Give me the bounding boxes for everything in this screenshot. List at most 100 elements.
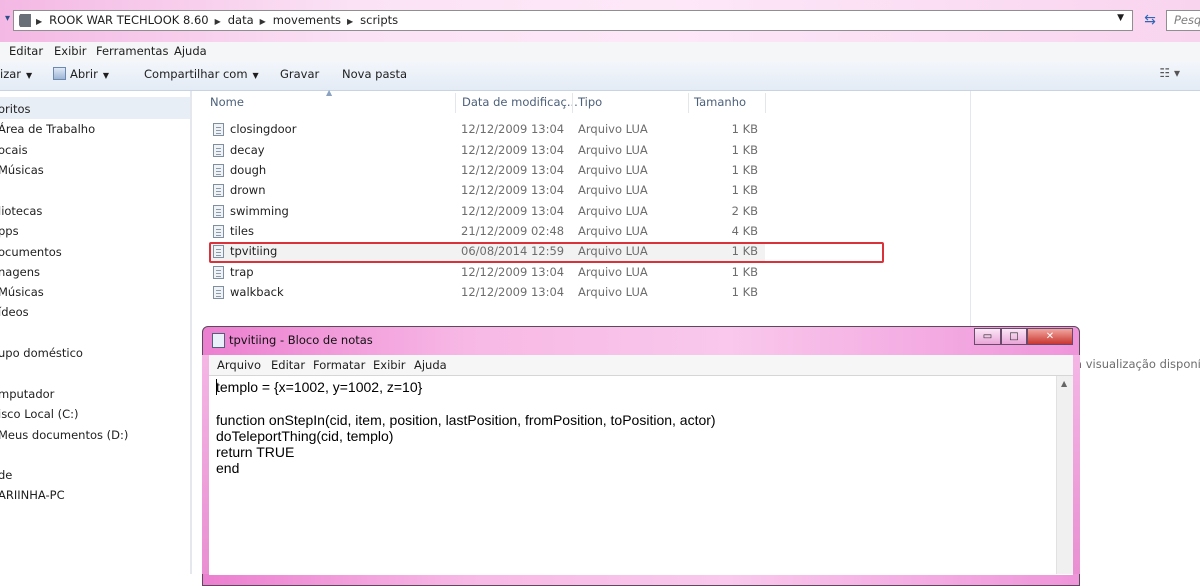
- file-row[interactable]: walkback 12/12/2009 13:04 Arquivo LUA 1 KB: [208, 283, 768, 303]
- nav-item-desktop[interactable]: Área de Trabalho: [0, 122, 95, 136]
- file-row[interactable]: decay 12/12/2009 13:04 Arquivo LUA 1 KB: [208, 141, 768, 161]
- column-header-size[interactable]: Tamanho: [694, 95, 746, 109]
- open-app-icon: [53, 67, 66, 80]
- file-date: 12/12/2009 13:04: [461, 163, 565, 177]
- nav-item-my-documents[interactable]: Meus documentos (D:): [0, 428, 128, 442]
- nav-item-apps[interactable]: pps: [0, 224, 19, 238]
- np-menu-arquivo[interactable]: Arquivo: [217, 358, 261, 372]
- refresh-icon[interactable]: ⇆: [1138, 10, 1162, 31]
- sort-ascending-icon: ▲: [326, 88, 333, 97]
- file-type: Arquivo LUA: [578, 224, 648, 238]
- vertical-scrollbar[interactable]: ▲: [1056, 376, 1073, 574]
- file-row[interactable]: swimming 12/12/2009 13:04 Arquivo LUA 2 KB: [208, 202, 768, 222]
- nav-item-music[interactable]: Músicas: [0, 163, 44, 177]
- nav-item-documents[interactable]: ocumentos: [0, 245, 62, 259]
- file-date: 12/12/2009 13:04: [461, 183, 565, 197]
- new-folder-button[interactable]: Nova pasta: [342, 67, 407, 81]
- window-frame: [1073, 355, 1080, 574]
- file-type: Arquivo LUA: [578, 183, 648, 197]
- notepad-menubar: Arquivo Editar Formatar Exibir Ajuda: [209, 355, 1073, 375]
- organize-button[interactable]: izar ▼: [0, 67, 32, 81]
- file-row[interactable]: dough 12/12/2009 13:04 Arquivo LUA 1 KB: [208, 161, 768, 181]
- chevron-down-icon[interactable]: ▾: [5, 13, 13, 24]
- nav-item-music-lib[interactable]: Músicas: [0, 285, 44, 299]
- notepad-content[interactable]: templo = {x=1002, y=1002, z=10} function…: [216, 379, 716, 477]
- lua-file-icon: [213, 184, 224, 197]
- scroll-up-icon[interactable]: ▲: [1061, 379, 1067, 388]
- lua-file-icon: [213, 286, 224, 299]
- nav-item-homegroup[interactable]: upo doméstico: [0, 346, 83, 360]
- lua-file-icon: [213, 164, 224, 177]
- file-size: 1 KB: [731, 143, 758, 157]
- nav-item-favorites[interactable]: oritos: [0, 102, 31, 116]
- nav-item-pc[interactable]: ARIINHA-PC: [0, 488, 65, 502]
- file-name: decay: [230, 143, 265, 157]
- menu-exibir[interactable]: Exibir: [54, 44, 87, 58]
- breadcrumb-item[interactable]: scripts: [360, 13, 398, 27]
- nav-item-libraries[interactable]: liotecas: [0, 204, 42, 218]
- nav-item-network[interactable]: de: [0, 468, 12, 482]
- file-row[interactable]: drown 12/12/2009 13:04 Arquivo LUA 1 KB: [208, 181, 768, 201]
- nav-item-places[interactable]: ocais: [0, 143, 28, 157]
- notepad-icon: [212, 333, 225, 348]
- file-date: 12/12/2009 13:04: [461, 204, 565, 218]
- file-name: trap: [230, 265, 254, 279]
- file-name: swimming: [230, 204, 289, 218]
- breadcrumb-item[interactable]: ROOK WAR TECHLOOK 8.60: [49, 13, 208, 27]
- breadcrumb-separator-icon: ▶: [259, 17, 266, 26]
- file-type: Arquivo LUA: [578, 163, 648, 177]
- column-divider[interactable]: [572, 93, 573, 113]
- minimize-button[interactable]: ▭: [974, 328, 1001, 345]
- file-name: closingdoor: [230, 122, 297, 136]
- np-menu-editar[interactable]: Editar: [271, 358, 305, 372]
- pane-divider[interactable]: [191, 91, 192, 574]
- column-header-type[interactable]: Tipo: [578, 95, 602, 109]
- file-row[interactable]: trap 12/12/2009 13:04 Arquivo LUA 1 KB: [208, 263, 768, 283]
- column-header-name[interactable]: Nome: [210, 95, 244, 109]
- file-type: Arquivo LUA: [578, 285, 648, 299]
- breadcrumb-item[interactable]: movements: [273, 13, 341, 27]
- column-header-date[interactable]: Data de modificaç...: [462, 95, 578, 109]
- notepad-title: tpvitiing - Bloco de notas: [229, 333, 373, 347]
- np-menu-formatar[interactable]: Formatar: [313, 358, 365, 372]
- menu-ajuda[interactable]: Ajuda: [174, 44, 207, 58]
- np-menu-ajuda[interactable]: Ajuda: [414, 358, 447, 372]
- preview-unavailable-text: a visualização disponível: [1075, 357, 1200, 371]
- nav-item-images[interactable]: nagens: [0, 265, 40, 279]
- close-button[interactable]: ✕: [1027, 328, 1073, 345]
- chevron-down-icon: ▼: [102, 71, 109, 80]
- np-menu-exibir[interactable]: Exibir: [373, 358, 406, 372]
- share-button[interactable]: Compartilhar com ▼: [144, 67, 259, 81]
- file-name: drown: [230, 183, 266, 197]
- search-input[interactable]: Pesquisar: [1166, 10, 1200, 31]
- menu-ferramentas[interactable]: Ferramentas: [96, 44, 168, 58]
- file-size: 1 KB: [731, 285, 758, 299]
- nav-item-local-disk[interactable]: isco Local (C:): [0, 407, 79, 421]
- address-dropdown-icon[interactable]: ▼: [1117, 13, 1124, 23]
- nav-item-computer[interactable]: mputador: [0, 387, 54, 401]
- view-options-icon[interactable]: ☷ ▾: [1159, 66, 1180, 80]
- file-type: Arquivo LUA: [578, 143, 648, 157]
- nav-item-videos[interactable]: ídeos: [0, 305, 29, 319]
- record-button[interactable]: Gravar: [280, 67, 319, 81]
- file-name: dough: [230, 163, 267, 177]
- file-size: 1 KB: [731, 265, 758, 279]
- file-type: Arquivo LUA: [578, 265, 648, 279]
- open-button[interactable]: Abrir ▼: [53, 67, 109, 81]
- maximize-button[interactable]: □: [1001, 328, 1027, 345]
- file-type: Arquivo LUA: [578, 204, 648, 218]
- column-divider[interactable]: [455, 93, 456, 113]
- menu-editar[interactable]: Editar: [9, 44, 43, 58]
- column-divider[interactable]: [765, 93, 766, 113]
- column-divider[interactable]: [688, 93, 689, 113]
- file-row[interactable]: closingdoor 12/12/2009 13:04 Arquivo LUA 1 …: [208, 120, 768, 140]
- breadcrumb-item[interactable]: data: [228, 13, 254, 27]
- file-name: walkback: [230, 285, 284, 299]
- address-bar[interactable]: ▾ ▶ ROOK WAR TECHLOOK 8.60 ▶ data ▶ movements…: [5, 10, 1133, 31]
- notepad-text-area[interactable]: templo = {x=1002, y=1002, z=10} function…: [209, 375, 1073, 575]
- file-row[interactable]: tiles 21/12/2009 02:48 Arquivo LUA 4 KB: [208, 222, 768, 242]
- file-date: 12/12/2009 13:04: [461, 265, 565, 279]
- breadcrumb: ▶ ROOK WAR TECHLOOK 8.60 ▶ data ▶ movements ▶ s…: [36, 11, 404, 30]
- lua-file-icon: [213, 266, 224, 279]
- lua-file-icon: [213, 205, 224, 218]
